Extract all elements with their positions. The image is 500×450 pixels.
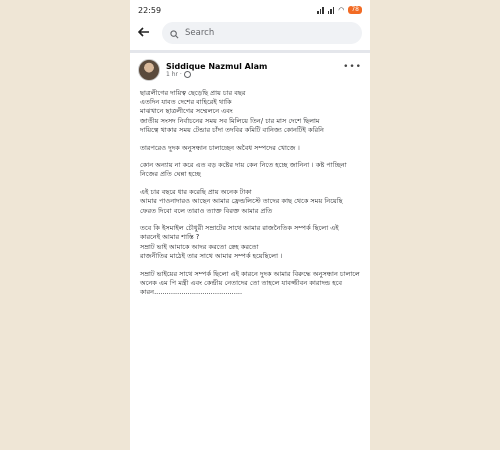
- post-paragraph: সম্রাট ভাইয়ের সাথে সম্পর্ক ছিলো এই কারন…: [140, 269, 360, 296]
- post-time-row: 1 hr ·: [166, 71, 337, 78]
- phone-screen: 22:59 ◠ 78 Search Siddique Nazmul Alam 1…: [130, 0, 370, 450]
- signal-icon: [317, 6, 324, 14]
- author-name[interactable]: Siddique Nazmul Alam: [166, 62, 337, 71]
- post-meta: Siddique Nazmul Alam 1 hr ·: [166, 62, 337, 78]
- post-paragraph: কোন অন্যায় না করে এত বড় কষ্টের দায় কে…: [140, 161, 347, 179]
- wifi-icon: ◠: [338, 6, 345, 14]
- post-body: ছাত্রলীগের দায়িত্ব ছেড়েছি প্রায় চার ব…: [130, 85, 370, 297]
- search-icon: [170, 24, 179, 43]
- post-paragraph: তবে কি ইসমাইল চৌধুরী সম্রাটের সাথে আমার …: [140, 224, 339, 260]
- post-paragraph: এই চার বছরে ধার করেছি প্রায় অনেক টাকা আ…: [140, 188, 343, 215]
- more-options-icon[interactable]: •••: [343, 62, 362, 72]
- signal-2-icon: [327, 6, 335, 14]
- battery-icon: 78: [348, 6, 362, 14]
- search-input[interactable]: Search: [162, 22, 362, 44]
- post-paragraph: তারপরেও দুদক অনুসন্ধান চালাচ্ছেন অবৈধ সম…: [140, 143, 300, 152]
- status-icons: ◠ 78: [317, 6, 362, 14]
- globe-icon: [183, 71, 191, 78]
- back-arrow-icon[interactable]: [137, 26, 152, 41]
- post-header: Siddique Nazmul Alam 1 hr · •••: [130, 53, 370, 85]
- post-paragraph: ছাত্রলীগের দায়িত্ব ছেড়েছি প্রায় চার ব…: [140, 89, 324, 134]
- avatar[interactable]: [138, 59, 160, 81]
- post-time[interactable]: 1 hr ·: [166, 71, 182, 78]
- status-time: 22:59: [138, 5, 162, 15]
- search-bar: Search: [130, 20, 370, 46]
- search-placeholder: Search: [185, 28, 215, 38]
- status-bar: 22:59 ◠ 78: [130, 0, 370, 20]
